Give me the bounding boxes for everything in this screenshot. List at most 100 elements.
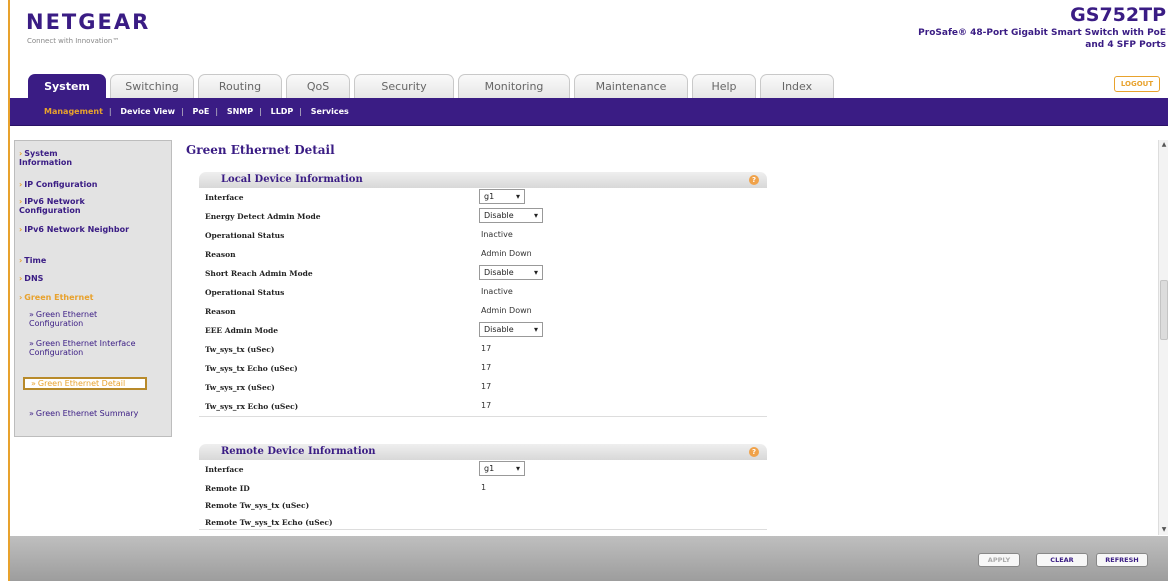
model-name: GS752TP — [1070, 4, 1166, 26]
form-row: Interface g1 ▾ — [199, 460, 767, 479]
refresh-button[interactable]: REFRESH — [1096, 553, 1148, 567]
form-row: Reason Admin Down — [199, 302, 767, 321]
field-value: 17 — [481, 363, 492, 372]
subnav-lldp[interactable]: LLDP — [271, 107, 294, 116]
tab-security[interactable]: Security — [354, 74, 454, 98]
bullet-icon: » — [29, 310, 34, 319]
tab-maintenance[interactable]: Maintenance — [574, 74, 688, 98]
tab-switching[interactable]: Switching — [110, 74, 194, 98]
panel-header: Local Device Information ? — [199, 172, 767, 188]
sidebar-item-label: IPv6 Network Configuration — [19, 197, 85, 215]
panel-title: Local Device Information — [221, 174, 363, 185]
field-value: 17 — [481, 401, 492, 410]
sidebar-item-time[interactable]: › Time — [19, 256, 46, 265]
scroll-down-icon[interactable]: ▼ — [1159, 525, 1168, 535]
panel-header: Remote Device Information ? — [199, 444, 767, 460]
tab-routing[interactable]: Routing — [198, 74, 282, 98]
interface-select[interactable]: g1 ▾ — [479, 189, 525, 204]
form-row: Remote ID 1 — [199, 479, 767, 496]
sidebar-item-dns[interactable]: › DNS — [19, 274, 43, 283]
bullet-icon: » — [31, 379, 36, 388]
sidebar-subitem-green-ethernet-configuration[interactable]: » Green Ethernet Configuration — [29, 310, 139, 328]
help-icon[interactable]: ? — [749, 447, 759, 457]
sidebar-subitem-green-ethernet-detail[interactable]: » Green Ethernet Detail — [23, 377, 147, 390]
field-label: Tw_sys_tx Echo (uSec) — [205, 364, 298, 373]
select-value: g1 — [484, 464, 495, 473]
form-row: Energy Detect Admin Mode Disable ▾ — [199, 207, 767, 226]
field-value: Inactive — [481, 230, 513, 239]
form-row: Remote Tw_sys_tx (uSec) — [199, 496, 767, 513]
sidebar-subitem-label: Green Ethernet Configuration — [29, 310, 98, 328]
subnav-management[interactable]: Management — [44, 107, 103, 116]
main-tabs: System Switching Routing QoS Security Mo… — [10, 68, 1168, 98]
sidebar-item-label: Green Ethernet — [24, 293, 94, 302]
remote-device-panel: Remote Device Information ? Interface g1… — [199, 444, 767, 530]
sidebar-item-ipv6-network-configuration[interactable]: › IPv6 Network Configuration — [19, 197, 139, 215]
short-reach-select[interactable]: Disable ▾ — [479, 265, 543, 280]
form-row: Reason Admin Down — [199, 245, 767, 264]
tab-help[interactable]: Help — [692, 74, 756, 98]
dropdown-arrow-icon: ▾ — [515, 192, 520, 201]
clear-button[interactable]: CLEAR — [1036, 553, 1088, 567]
sidebar-item-label: IP Configuration — [24, 180, 98, 189]
apply-button[interactable]: APPLY — [978, 553, 1020, 567]
help-icon[interactable]: ? — [749, 175, 759, 185]
field-label: Short Reach Admin Mode — [205, 269, 313, 278]
scroll-up-icon[interactable]: ▲ — [1159, 140, 1168, 150]
sidebar-item-label: Time — [24, 256, 47, 265]
form-row: Tw_sys_rx Echo (uSec) 17 — [199, 397, 767, 416]
field-label: Remote Tw_sys_tx (uSec) — [205, 501, 310, 510]
vertical-scrollbar[interactable]: ▲ ▼ — [1158, 140, 1168, 535]
sidebar-item-ip-configuration[interactable]: › IP Configuration — [19, 180, 97, 189]
sidebar-item-system-information[interactable]: › System Information — [19, 149, 91, 167]
subnav-services[interactable]: Services — [311, 107, 349, 116]
main-content: Green Ethernet Detail Local Device Infor… — [186, 130, 1152, 535]
subnav-snmp[interactable]: SNMP — [227, 107, 253, 116]
local-device-panel: Local Device Information ? Interface g1 ▾… — [199, 172, 767, 417]
form-row: Tw_sys_tx (uSec) 17 — [199, 340, 767, 359]
sidebar-item-green-ethernet[interactable]: › Green Ethernet — [19, 293, 93, 302]
select-value: g1 — [484, 192, 495, 201]
remote-interface-select[interactable]: g1 ▾ — [479, 461, 525, 476]
chevron-down-icon: › — [19, 293, 23, 302]
sidebar-item-label: IPv6 Network Neighbor — [24, 225, 130, 234]
field-value: Inactive — [481, 287, 513, 296]
select-value: Disable — [484, 211, 514, 220]
tab-qos[interactable]: QoS — [286, 74, 350, 98]
tab-index[interactable]: Index — [760, 74, 834, 98]
eee-admin-select[interactable]: Disable ▾ — [479, 322, 543, 337]
sidebar: › System Information › IP Configuration › I… — [14, 140, 172, 437]
dropdown-arrow-icon: ▾ — [533, 268, 538, 277]
dropdown-arrow-icon: ▾ — [533, 325, 538, 334]
chevron-right-icon: › — [19, 180, 23, 189]
sub-navigation: Management | Device View | PoE | SNMP | LLDP… — [10, 98, 1168, 126]
scrollbar-thumb[interactable] — [1160, 280, 1168, 340]
tab-system[interactable]: System — [28, 74, 106, 98]
dropdown-arrow-icon: ▾ — [533, 211, 538, 220]
form-row: Operational Status Inactive — [199, 226, 767, 245]
tab-monitoring[interactable]: Monitoring — [458, 74, 570, 98]
form-row: Remote Tw_sys_tx Echo (uSec) — [199, 513, 767, 529]
sidebar-item-label: System Information — [19, 149, 73, 167]
sidebar-subitem-green-ethernet-summary[interactable]: » Green Ethernet Summary — [29, 409, 139, 418]
field-label: Remote ID — [205, 484, 250, 493]
form-row: Short Reach Admin Mode Disable ▾ — [199, 264, 767, 283]
chevron-right-icon: › — [19, 225, 23, 234]
sidebar-subitem-green-ethernet-interface-configuration[interactable]: » Green Ethernet Interface Configuration — [29, 339, 139, 357]
subnav-device-view[interactable]: Device View — [120, 107, 175, 116]
subnav-poe[interactable]: PoE — [192, 107, 209, 116]
bullet-icon: » — [29, 339, 34, 348]
field-value: Admin Down — [481, 306, 532, 315]
field-label: Operational Status — [205, 288, 285, 297]
field-label: Operational Status — [205, 231, 285, 240]
model-description: ProSafe® 48-Port Gigabit Smart Switch wi… — [918, 28, 1166, 50]
dropdown-arrow-icon: ▾ — [515, 464, 520, 473]
logout-button[interactable]: LOGOUT — [1114, 76, 1160, 92]
energy-detect-select[interactable]: Disable ▾ — [479, 208, 543, 223]
field-label: EEE Admin Mode — [205, 326, 278, 335]
form-row: EEE Admin Mode Disable ▾ — [199, 321, 767, 340]
field-value: Admin Down — [481, 249, 532, 258]
sidebar-subitem-label: Green Ethernet Interface Configuration — [29, 339, 136, 357]
field-value: 17 — [481, 344, 492, 353]
sidebar-item-ipv6-network-neighbor[interactable]: › IPv6 Network Neighbor — [19, 225, 139, 234]
